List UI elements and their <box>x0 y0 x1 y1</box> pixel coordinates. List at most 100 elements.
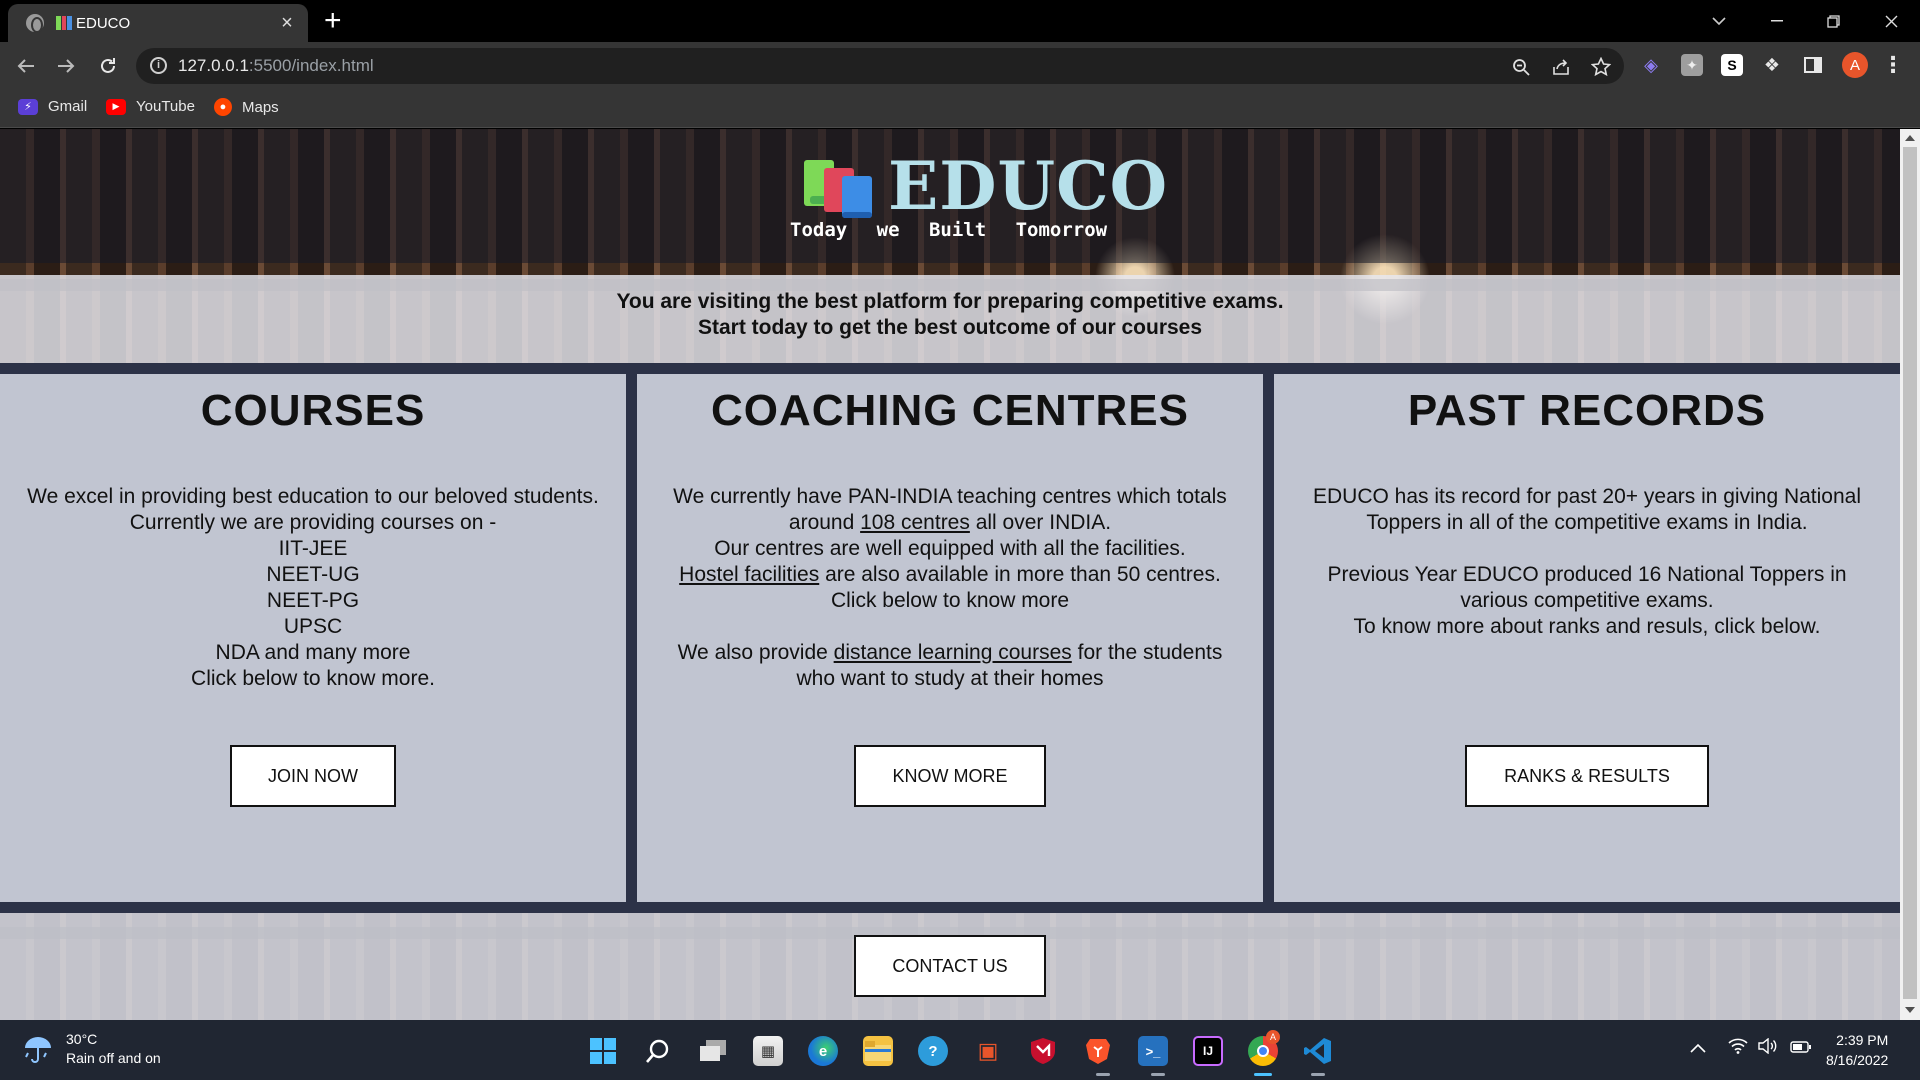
scroll-down-arrow-icon[interactable] <box>1905 1007 1915 1013</box>
bookmark-gmail[interactable]: ⚡ Gmail <box>18 98 87 115</box>
url-path: :5500/index.html <box>248 56 374 75</box>
records-line: EDUCO has its record for past 20+ years … <box>1313 485 1861 508</box>
task-view-icon[interactable] <box>698 1036 728 1066</box>
browser-tab-bar: EDUCO × + <box>0 0 1920 42</box>
brave-browser-icon[interactable] <box>1083 1036 1113 1066</box>
intro-line: You are visiting the best platform for p… <box>616 290 1284 313</box>
powershell-icon[interactable]: >_ <box>1138 1036 1168 1066</box>
coaching-centres-column: COACHING CENTRES We currently have PAN-I… <box>637 374 1263 902</box>
system-clock[interactable]: 2:39 PM 8/16/2022 <box>1826 1030 1888 1070</box>
powershell-running-indicator <box>1151 1073 1165 1076</box>
join-now-button[interactable]: JOIN NOW <box>230 745 396 807</box>
bookmark-label: Gmail <box>48 98 88 115</box>
records-line: Previous Year EDUCO produced 16 National… <box>1327 563 1847 586</box>
scroll-up-arrow-icon[interactable] <box>1905 135 1915 141</box>
share-icon[interactable] <box>1550 56 1572 78</box>
wifi-icon[interactable] <box>1728 1038 1748 1059</box>
extension-shield-icon[interactable]: ◈ <box>1640 54 1662 76</box>
office-icon[interactable]: ▣ <box>973 1036 1003 1066</box>
windows-start-icon[interactable] <box>588 1036 618 1066</box>
coaching-centres-heading: COACHING CENTRES <box>710 386 1190 435</box>
centres-line: We currently have PAN-INDIA teaching cen… <box>673 485 1227 508</box>
brave-running-indicator <box>1096 1073 1110 1076</box>
courses-column: COURSES We excel in providing best educa… <box>0 374 626 902</box>
weather-widget[interactable]: 30°C Rain off and on <box>22 1030 161 1068</box>
edge-browser-icon[interactable]: e <box>808 1036 838 1066</box>
clock-date: 8/16/2022 <box>1826 1052 1889 1068</box>
volume-icon[interactable] <box>1758 1037 1778 1059</box>
scrollbar-thumb[interactable] <box>1903 147 1917 999</box>
mcafee-shield-icon[interactable] <box>1028 1036 1058 1066</box>
know-more-button[interactable]: KNOW MORE <box>854 745 1046 807</box>
tab-title: EDUCO <box>76 14 131 32</box>
reload-icon[interactable] <box>92 50 124 82</box>
youtube-icon: ▶ <box>106 98 126 115</box>
tab-close-button[interactable]: × <box>276 12 298 35</box>
battery-icon[interactable] <box>1790 1040 1812 1058</box>
courses-line: Click below to know more. <box>191 667 435 690</box>
records-line: various competitive exams. <box>1460 589 1714 612</box>
side-panel-icon[interactable] <box>1802 54 1824 76</box>
chrome-profile-badge: A <box>1266 1030 1280 1044</box>
tab-search-chevron-icon[interactable] <box>1694 0 1744 42</box>
help-icon[interactable]: ? <box>918 1036 948 1066</box>
clock-time: 2:39 PM <box>1836 1032 1889 1048</box>
chrome-active-indicator <box>1254 1073 1272 1076</box>
address-bar[interactable]: i 127.0.0.1:5500/index.html <box>136 48 1624 84</box>
bookmark-youtube[interactable]: ▶ YouTube <box>106 98 195 115</box>
forward-arrow-icon[interactable] <box>50 50 82 82</box>
past-records-column: PAST RECORDS EDUCO has its record for pa… <box>1274 374 1900 902</box>
umbrella-rain-icon <box>22 1033 54 1065</box>
restore-button[interactable] <box>1808 0 1858 42</box>
weather-description: Rain off and on <box>66 1050 161 1066</box>
file-explorer-icon[interactable] <box>863 1036 893 1066</box>
site-info-icon[interactable]: i <box>150 57 167 74</box>
intro-banner: You are visiting the best platform for p… <box>0 275 1900 363</box>
new-tab-button[interactable]: + <box>324 6 342 36</box>
browser-toolbar: i 127.0.0.1:5500/index.html ◈ ✦ S ❖ A ⋮ <box>0 42 1920 90</box>
globe-icon <box>26 14 44 33</box>
bookmark-label: YouTube <box>136 98 195 115</box>
show-hidden-icons-chevron-icon[interactable] <box>1690 1040 1706 1058</box>
records-line: Toppers in all of the competitive exams … <box>1366 511 1808 534</box>
hostel-facilities-link[interactable]: Hostel facilities <box>679 563 819 586</box>
centres-line: who want to study at their homes <box>796 667 1104 690</box>
centres-line: around 108 centres all over INDIA. <box>788 511 1112 534</box>
ranks-results-button[interactable]: RANKS & RESULTS <box>1465 745 1709 807</box>
browser-tab[interactable]: EDUCO × <box>8 4 308 42</box>
url-host: 127.0.0.1 <box>178 56 249 75</box>
extension-s-icon[interactable]: S <box>1721 54 1743 76</box>
site-header: EDUCO Today we Built Tomorrow <box>0 129 1900 263</box>
centres-count-link[interactable]: 108 centres <box>860 511 970 534</box>
close-window-button[interactable] <box>1866 0 1916 42</box>
distance-learning-link[interactable]: distance learning courses <box>834 641 1072 664</box>
courses-heading: COURSES <box>200 386 426 435</box>
microsoft-store-icon[interactable]: ▦ <box>753 1036 783 1066</box>
browser-menu-icon[interactable]: ⋮ <box>1882 52 1904 77</box>
bookmark-maps[interactable]: ● Maps <box>214 98 279 116</box>
contact-us-button[interactable]: CONTACT US <box>854 935 1046 997</box>
extensions-puzzle-icon[interactable]: ❖ <box>1761 54 1783 76</box>
maps-icon: ● <box>214 98 232 116</box>
minimize-button[interactable] <box>1752 0 1802 42</box>
courses-line: NEET-PG <box>266 589 360 612</box>
windows-taskbar: 30°C Rain off and on ▦ e ? ▣ >_ IJ A 2:3… <box>0 1020 1920 1080</box>
books-logo-icon <box>802 154 874 218</box>
page-scrollbar[interactable] <box>1900 129 1920 1020</box>
bookmark-star-icon[interactable] <box>1590 56 1612 78</box>
search-icon[interactable] <box>643 1036 673 1066</box>
bookmark-label: Maps <box>242 98 279 116</box>
past-records-text: EDUCO has its record for past 20+ years … <box>1274 484 1900 640</box>
columns-section: COURSES We excel in providing best educa… <box>0 363 1900 913</box>
zoom-icon[interactable] <box>1510 56 1532 78</box>
intro-line: Start today to get the best outcome of o… <box>697 316 1203 339</box>
profile-avatar[interactable]: A <box>1842 52 1868 78</box>
contact-section: CONTACT US <box>0 913 1900 1020</box>
courses-line: NEET-UG <box>266 563 360 586</box>
extension-puzzle-gray-icon[interactable]: ✦ <box>1681 54 1703 76</box>
brand-name: EDUCO <box>888 147 1169 225</box>
back-arrow-icon[interactable] <box>10 50 42 82</box>
courses-line: NDA and many more <box>215 641 411 664</box>
vscode-icon[interactable] <box>1303 1036 1333 1066</box>
intellij-icon[interactable]: IJ <box>1193 1036 1223 1066</box>
